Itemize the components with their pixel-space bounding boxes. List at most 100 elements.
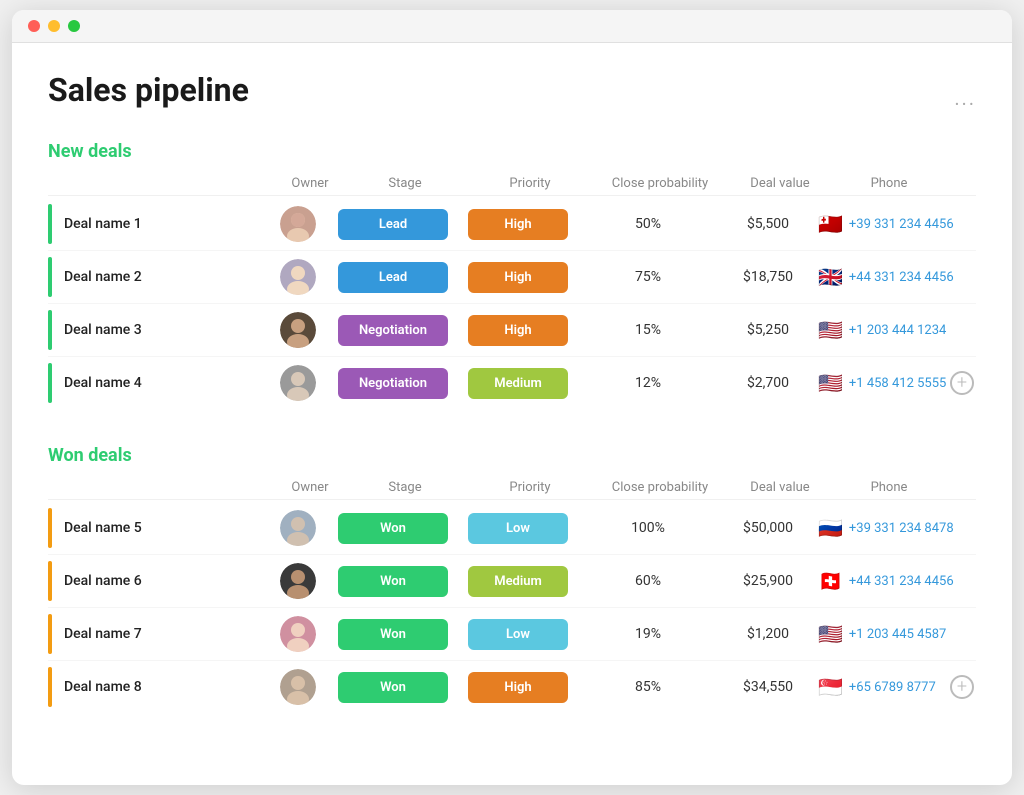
won-deals-title: Won deals [48, 445, 976, 466]
stage-cell: Negotiation [328, 368, 458, 399]
header-add [948, 176, 976, 191]
avatar [280, 312, 316, 348]
header-deal-value: Deal value [730, 176, 830, 191]
table-row: Deal name 3 Negotiation High 15% $5,250 … [48, 304, 976, 357]
phone-number[interactable]: +39 331 234 4456 [849, 217, 954, 232]
row-accent [48, 561, 52, 601]
minimize-dot[interactable] [48, 20, 60, 32]
close-probability: 100% [578, 520, 718, 536]
add-row-button[interactable]: + [950, 371, 974, 395]
table-row: Deal name 6 Won Medium 60% $25,900 🇨🇭 +4… [48, 555, 976, 608]
flag-icon: 🇷🇺 [818, 516, 843, 540]
deal-value: $25,900 [718, 573, 818, 589]
avatar [280, 206, 316, 242]
maximize-dot[interactable] [68, 20, 80, 32]
phone-cell: 🇺🇸 +1 203 445 4587 [818, 622, 948, 646]
priority-cell: High [458, 672, 578, 703]
stage-badge: Negotiation [338, 368, 448, 399]
header-name-w [60, 480, 280, 495]
more-options-button[interactable]: ··· [954, 92, 976, 116]
priority-cell: High [458, 315, 578, 346]
flag-icon: 🇹🇴 [818, 212, 843, 236]
close-dot[interactable] [28, 20, 40, 32]
flag-icon: 🇺🇸 [818, 318, 843, 342]
phone-number[interactable]: +1 203 445 4587 [849, 627, 946, 642]
stage-cell: Lead [328, 209, 458, 240]
deal-name-cell: Deal name 4 [48, 363, 268, 403]
phone-number[interactable]: +44 331 234 4456 [849, 270, 954, 285]
owner-cell [268, 259, 328, 295]
deal-value: $34,550 [718, 679, 818, 695]
phone-cell: 🇷🇺 +39 331 234 8478 [818, 516, 954, 540]
row-accent [48, 310, 52, 350]
header-stage-w: Stage [340, 480, 470, 495]
row-accent [48, 508, 52, 548]
deal-name-cell: Deal name 1 [48, 204, 268, 244]
header-name [60, 176, 280, 191]
header-phone: Phone [830, 176, 948, 191]
priority-cell: Medium [458, 566, 578, 597]
close-probability: 15% [578, 322, 718, 338]
header-phone-w: Phone [830, 480, 948, 495]
deal-name: Deal name 7 [64, 626, 142, 642]
new-deals-header: Owner Stage Priority Close probability D… [48, 172, 976, 196]
priority-badge: Medium [468, 566, 568, 597]
stage-cell: Won [328, 619, 458, 650]
phone-number[interactable]: +39 331 234 8478 [849, 521, 954, 536]
header-priority-w: Priority [470, 480, 590, 495]
priority-cell: High [458, 209, 578, 240]
phone-number[interactable]: +65 6789 8777 [849, 680, 936, 695]
priority-badge: High [468, 672, 568, 703]
deal-name: Deal name 5 [64, 520, 142, 536]
deal-value: $5,250 [718, 322, 818, 338]
phone-number[interactable]: +1 458 412 5555 [849, 376, 946, 391]
table-row: Deal name 2 Lead High 75% $18,750 🇬🇧 +44… [48, 251, 976, 304]
deal-name: Deal name 4 [64, 375, 142, 391]
deal-name-cell: Deal name 8 [48, 667, 268, 707]
avatar [280, 510, 316, 546]
avatar [280, 259, 316, 295]
header-owner: Owner [280, 176, 340, 191]
header-close-prob: Close probability [590, 176, 730, 191]
avatar [280, 563, 316, 599]
add-row-button[interactable]: + [950, 675, 974, 699]
flag-icon: 🇸🇬 [818, 675, 843, 699]
deal-name: Deal name 2 [64, 269, 142, 285]
phone-cell: 🇺🇸 +1 203 444 1234 [818, 318, 948, 342]
deal-name-cell: Deal name 7 [48, 614, 268, 654]
close-probability: 85% [578, 679, 718, 695]
deal-name: Deal name 1 [64, 216, 142, 232]
deal-value: $5,500 [718, 216, 818, 232]
priority-cell: Low [458, 619, 578, 650]
priority-badge: Low [468, 513, 568, 544]
owner-cell [268, 616, 328, 652]
deal-name: Deal name 3 [64, 322, 142, 338]
deal-value: $2,700 [718, 375, 818, 391]
deal-name: Deal name 8 [64, 679, 142, 695]
new-deals-title: New deals [48, 141, 976, 162]
stage-cell: Won [328, 672, 458, 703]
priority-badge: Medium [468, 368, 568, 399]
new-deals-table: Owner Stage Priority Close probability D… [48, 172, 976, 409]
table-row: Deal name 8 Won High 85% $34,550 🇸🇬 +65 … [48, 661, 976, 713]
table-row: Deal name 1 Lead High 50% $5,500 🇹🇴 +39 … [48, 198, 976, 251]
close-probability: 60% [578, 573, 718, 589]
deal-value: $1,200 [718, 626, 818, 642]
deal-name-cell: Deal name 6 [48, 561, 268, 601]
phone-number[interactable]: +1 203 444 1234 [849, 323, 946, 338]
stage-badge: Won [338, 513, 448, 544]
owner-cell [268, 312, 328, 348]
won-deals-rows: Deal name 5 Won Low 100% $50,000 🇷🇺 +39 … [48, 502, 976, 713]
deal-name-cell: Deal name 2 [48, 257, 268, 297]
add-button-cell: + [948, 371, 976, 395]
phone-cell: 🇹🇴 +39 331 234 4456 [818, 212, 954, 236]
row-accent [48, 667, 52, 707]
table-row: Deal name 7 Won Low 19% $1,200 🇺🇸 +1 203… [48, 608, 976, 661]
new-deals-section: New deals Owner Stage Priority Close pro… [48, 141, 976, 409]
priority-badge: High [468, 209, 568, 240]
header-add-w [948, 480, 976, 495]
phone-number[interactable]: +44 331 234 4456 [849, 574, 954, 589]
stage-badge: Won [338, 566, 448, 597]
close-probability: 50% [578, 216, 718, 232]
row-accent [48, 204, 52, 244]
